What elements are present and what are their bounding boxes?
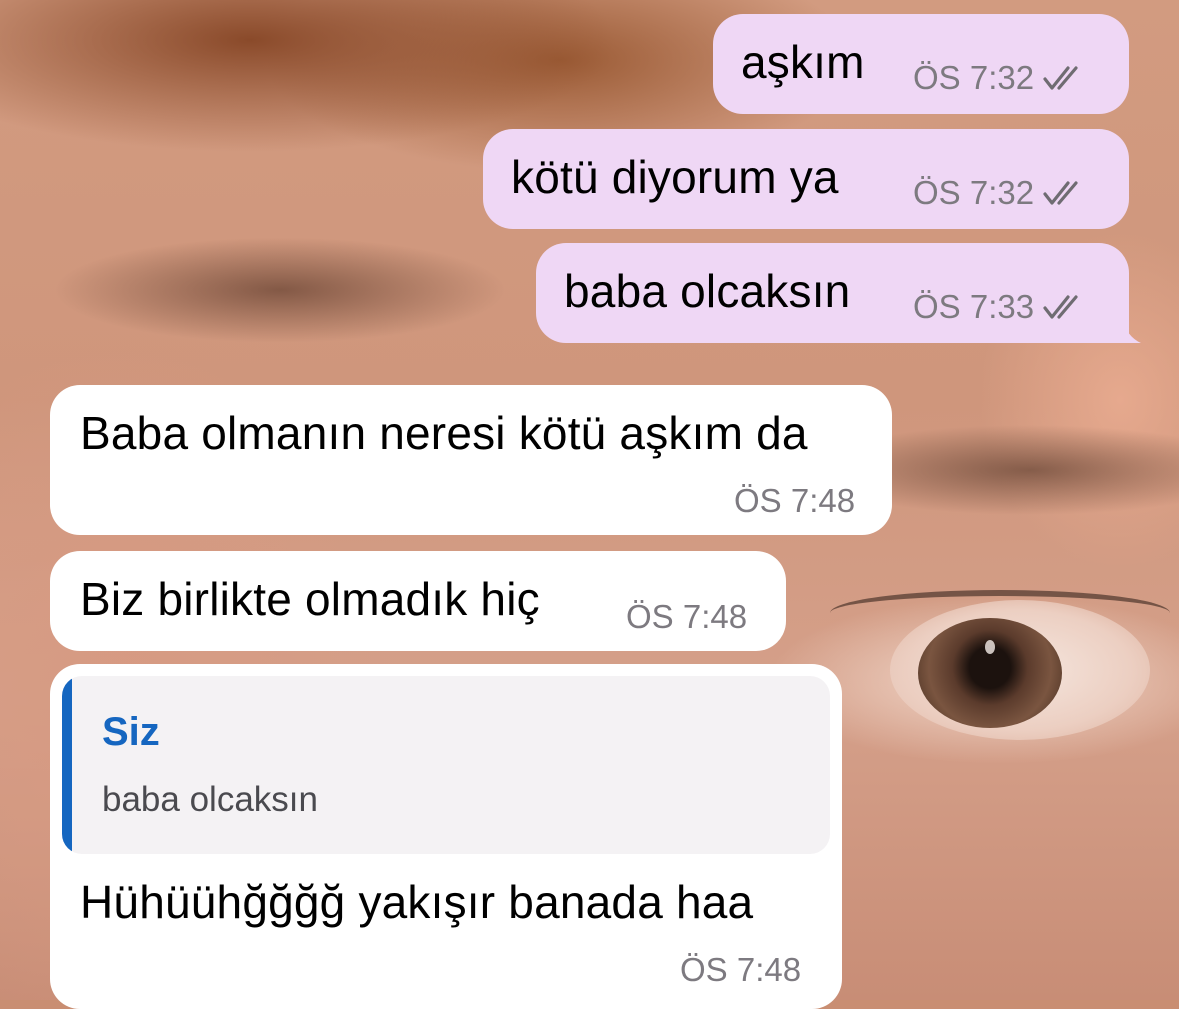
outgoing-message[interactable]: baba olcaksın ÖS 7:33 xyxy=(536,243,1141,343)
message-meta: ÖS 7:32 xyxy=(913,175,1088,211)
message-time: ÖS 7:48 xyxy=(680,951,802,988)
message-text: Biz birlikte olmadık hiç xyxy=(80,573,540,625)
quote-accent-bar xyxy=(62,676,72,854)
message-meta: ÖS 7:32 xyxy=(913,60,1088,96)
outgoing-message[interactable]: kötü diyorum ya ÖS 7:32 xyxy=(483,129,1129,229)
incoming-message[interactable]: Biz birlikte olmadık hiç ÖS 7:48 xyxy=(50,551,786,651)
quoted-author: Siz xyxy=(102,710,160,754)
message-time: ÖS 7:48 xyxy=(734,482,856,519)
message-text: aşkım xyxy=(741,36,865,88)
message-text: baba olcaksın xyxy=(564,265,851,317)
message-text: kötü diyorum ya xyxy=(511,151,839,203)
message-text: Baba olmanın neresi kötü aşkım da xyxy=(80,407,808,459)
message-time: ÖS 7:48 xyxy=(626,598,748,635)
message-time: ÖS 7:32 xyxy=(913,174,1035,211)
quoted-text: baba olcaksın xyxy=(102,780,318,819)
message-time: ÖS 7:33 xyxy=(913,288,1035,325)
message-meta: ÖS 7:48 xyxy=(626,599,747,635)
message-text: Hühüühğğğğ yakışır banada haa xyxy=(80,876,754,928)
double-check-icon xyxy=(1042,293,1088,321)
incoming-message[interactable]: Baba olmanın neresi kötü aşkım da ÖS 7:4… xyxy=(50,385,892,535)
double-check-icon xyxy=(1042,64,1088,92)
quoted-message[interactable]: Siz baba olcaksın xyxy=(62,676,830,854)
message-meta: ÖS 7:48 xyxy=(734,483,855,519)
message-time: ÖS 7:32 xyxy=(913,59,1035,96)
bubble-tail xyxy=(1115,317,1141,343)
message-meta: ÖS 7:48 xyxy=(680,952,801,988)
outgoing-message[interactable]: aşkım ÖS 7:32 xyxy=(713,14,1129,114)
incoming-reply-message[interactable]: Siz baba olcaksın Hühüühğğğğ yakışır ban… xyxy=(50,664,842,1009)
wallpaper-iris xyxy=(918,618,1062,728)
double-check-icon xyxy=(1042,179,1088,207)
message-meta: ÖS 7:33 xyxy=(913,289,1088,325)
wallpaper-eye-glint xyxy=(985,640,995,654)
